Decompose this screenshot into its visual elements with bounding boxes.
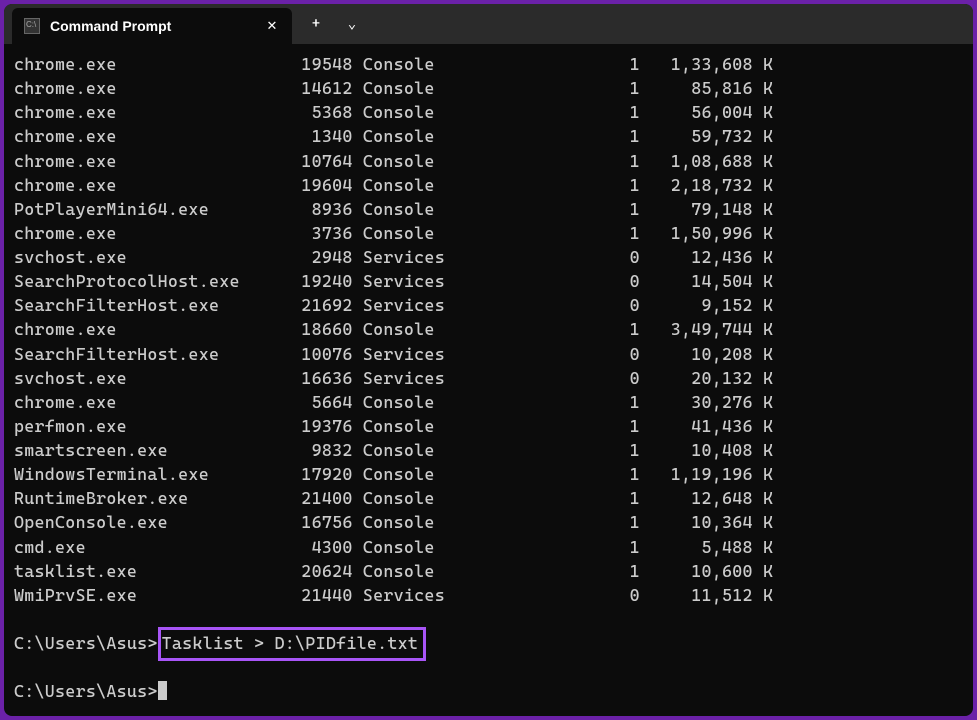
terminal-window: C:\ Command Prompt ✕ + ⌄ chrome.exe 1954… <box>4 4 973 716</box>
titlebar-buttons: + ⌄ <box>292 8 376 40</box>
close-icon[interactable]: ✕ <box>264 18 280 34</box>
titlebar: C:\ Command Prompt ✕ + ⌄ <box>4 4 973 44</box>
new-tab-button[interactable]: + <box>300 8 332 40</box>
tab-title: Command Prompt <box>50 18 254 34</box>
terminal-output[interactable]: chrome.exe 19548 Console 1 1,33,608 K ch… <box>4 44 973 716</box>
prompt-path: C:\Users\Asus> <box>14 681 158 701</box>
cmd-icon: C:\ <box>24 18 40 34</box>
tasklist-output: chrome.exe 19548 Console 1 1,33,608 K ch… <box>14 52 963 607</box>
cursor <box>158 681 167 700</box>
tab-dropdown-button[interactable]: ⌄ <box>336 8 368 40</box>
prompt-path: C:\Users\Asus> <box>14 633 158 653</box>
highlighted-command: Tasklist > D:\PIDfile.txt <box>158 627 427 661</box>
tab-command-prompt[interactable]: C:\ Command Prompt ✕ <box>12 8 292 44</box>
